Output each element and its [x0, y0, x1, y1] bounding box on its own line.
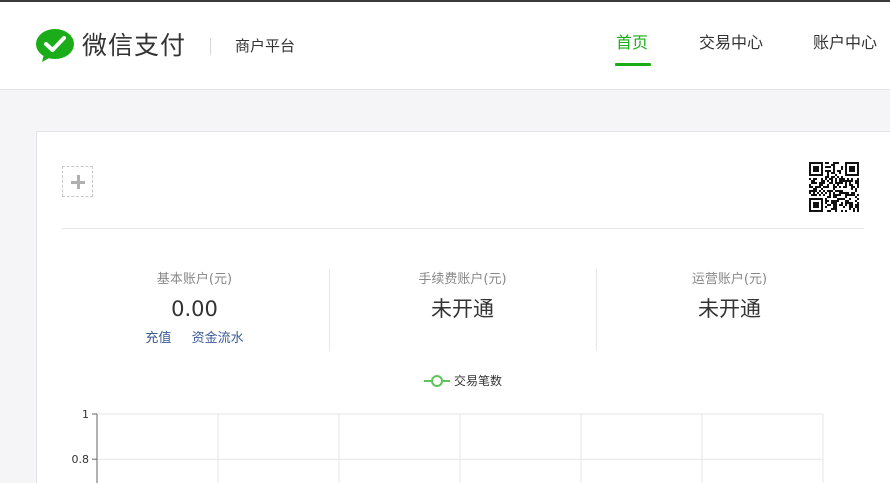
transaction-count-chart: 10.8 — [72, 408, 824, 483]
wechat-pay-logo-icon — [36, 29, 74, 62]
chart-y-tick-label: 0.8 — [72, 453, 90, 466]
dashboard-card: 基本账户(元) 0.00 充值 资金流水 手续费账户(元) 未开通 运营账户(元… — [36, 131, 890, 483]
top-header: 微信支付 商户平台 首页 交易中心 账户中心 — [0, 2, 890, 90]
nav-account-center[interactable]: 账户中心 — [813, 32, 877, 54]
chart-y-tick-label: 1 — [82, 408, 89, 421]
brand-divider — [210, 38, 211, 55]
nav-transaction-center[interactable]: 交易中心 — [699, 32, 763, 54]
brand-name: 微信支付 — [82, 31, 187, 60]
nav-home[interactable]: 首页 — [616, 32, 648, 54]
nav-active-underline — [615, 63, 651, 66]
platform-subtitle: 商户平台 — [235, 37, 296, 55]
